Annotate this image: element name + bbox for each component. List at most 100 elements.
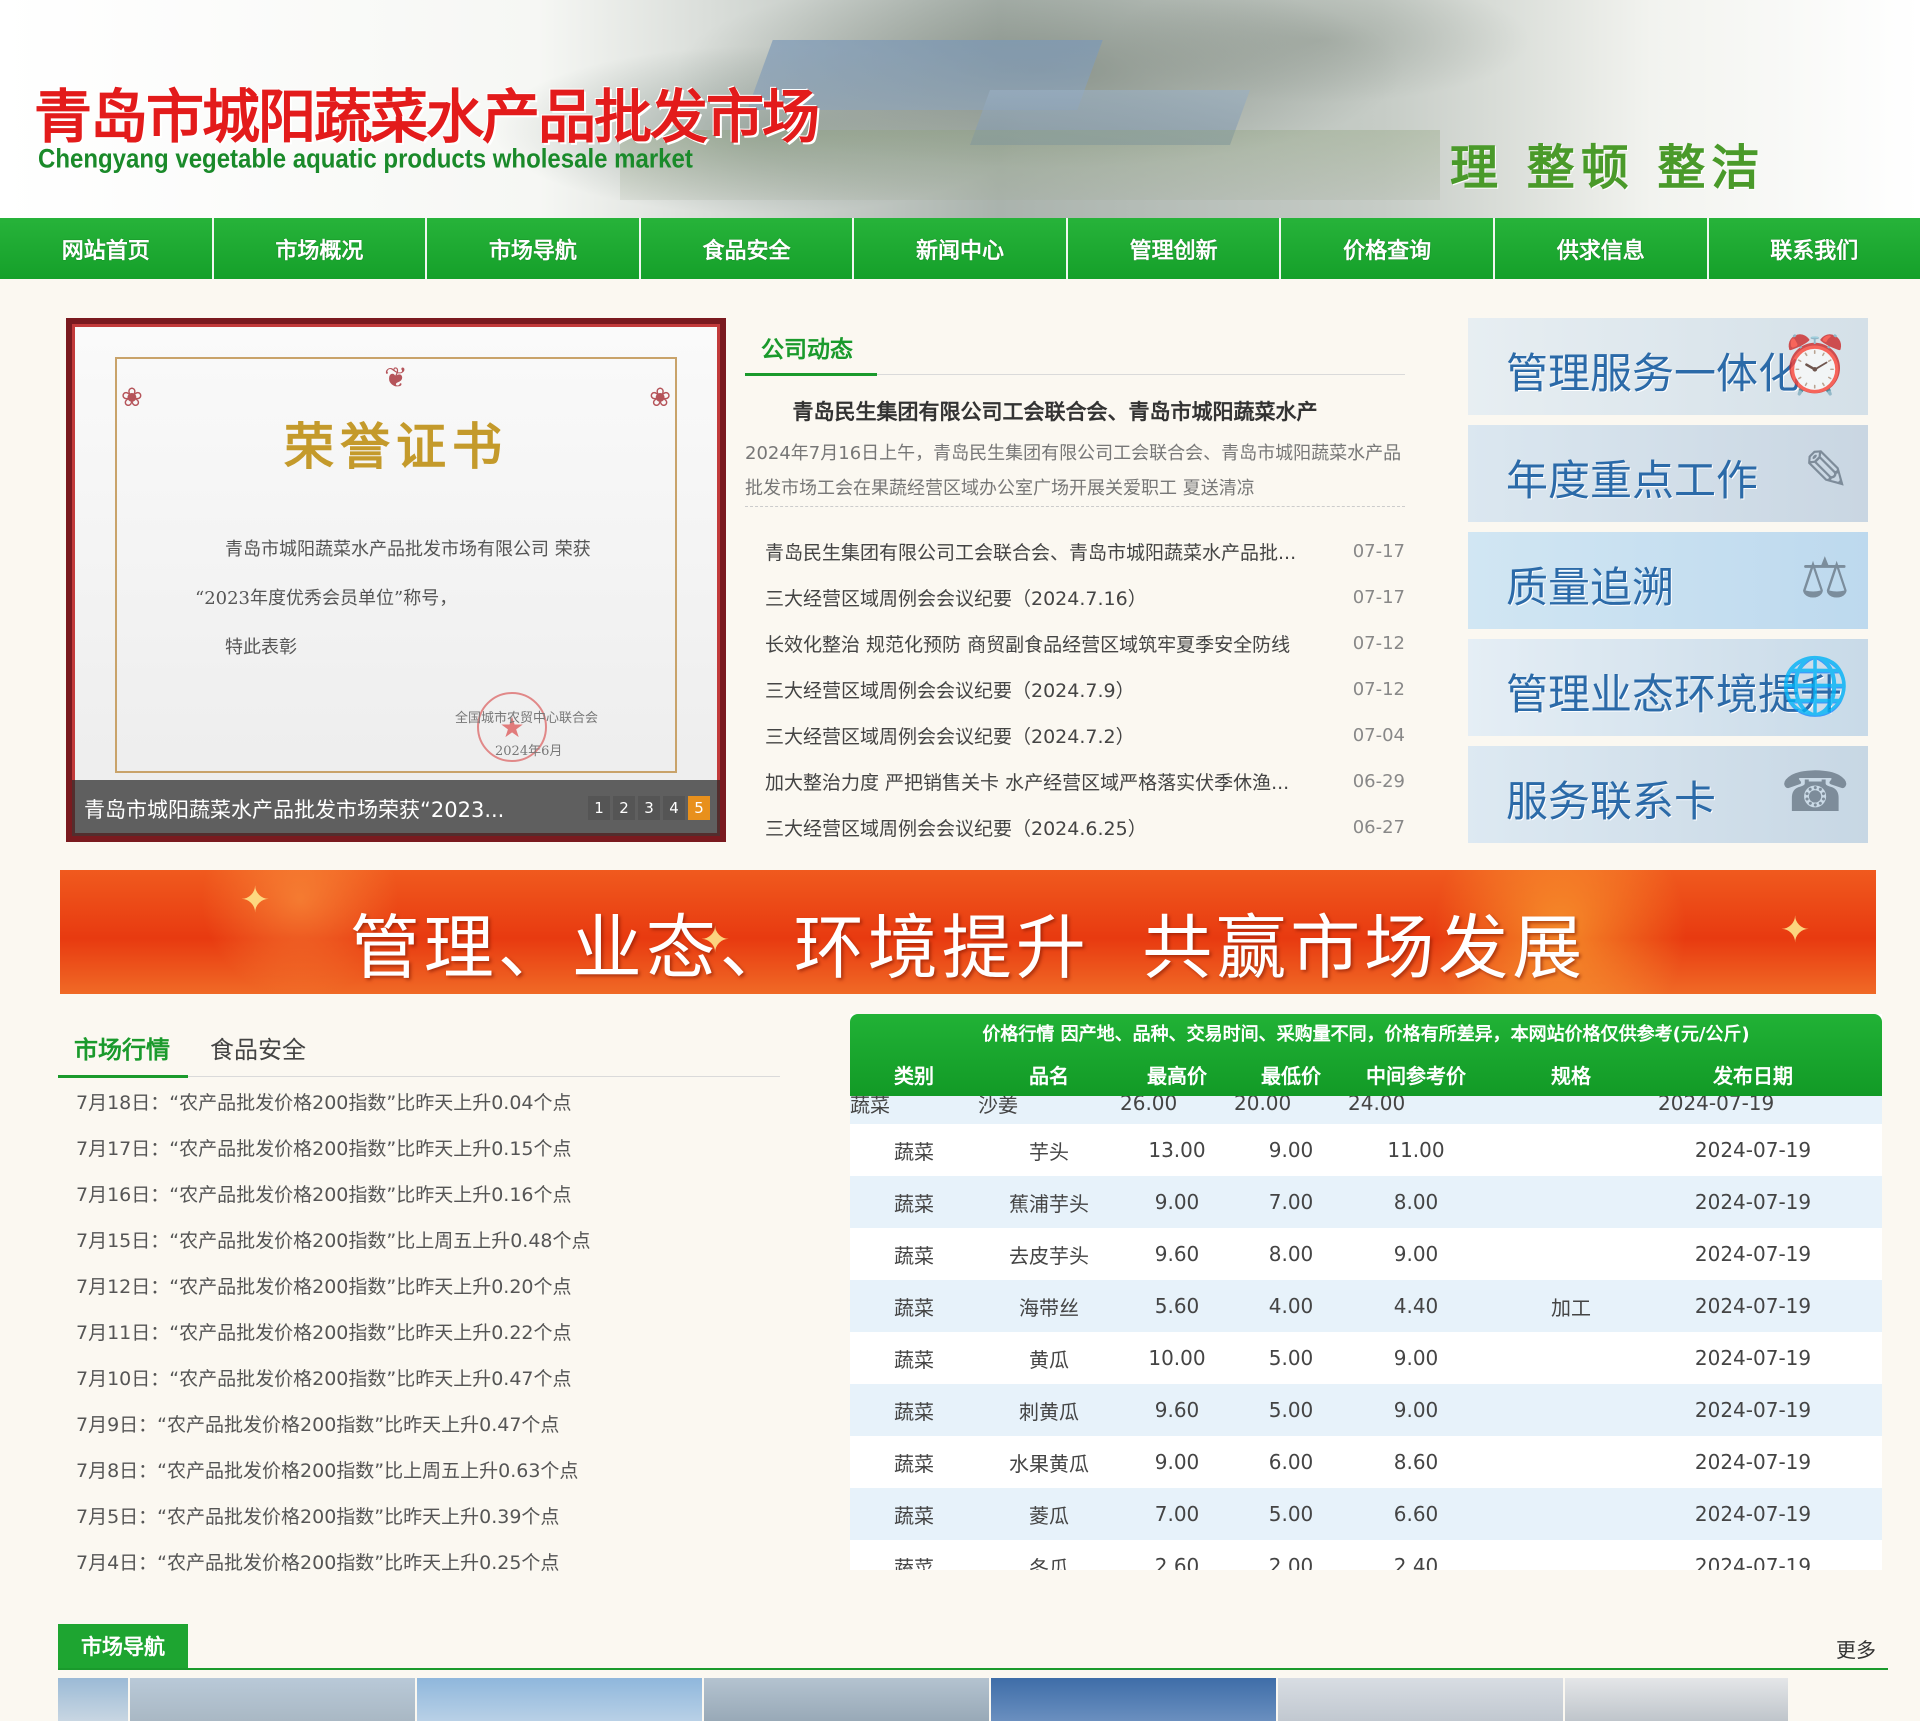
- cell-date: 2024-07-19: [1694, 1242, 1812, 1266]
- market-quotes-section: 市场行情 食品安全 7月18日：“农产品批发价格200指数”比昨天上升0.04个…: [58, 1016, 780, 1576]
- cell-product: 冬瓜: [1029, 1555, 1069, 1571]
- nav-supply[interactable]: 供求信息: [1495, 218, 1709, 279]
- slider-page-4[interactable]: 4: [663, 796, 685, 820]
- quote-item[interactable]: 7月12日：“农产品批发价格200指数”比昨天上升0.20个点: [58, 1264, 780, 1310]
- gallery-photo[interactable]: [703, 1678, 989, 1721]
- news-item-title[interactable]: 加大整治力度 严把销售关卡 水产经营区域严格落实伏季休渔...: [745, 768, 1339, 795]
- quote-item[interactable]: 7月16日：“农产品批发价格200指数”比昨天上升0.16个点: [58, 1172, 780, 1218]
- cell-min-price: 6.00: [1268, 1450, 1314, 1474]
- nav-contact[interactable]: 联系我们: [1709, 218, 1920, 279]
- gallery-photo[interactable]: [58, 1678, 128, 1721]
- news-item[interactable]: 青岛民生集团有限公司工会联合会、青岛市城阳蔬菜水产品批... 07-17: [745, 528, 1405, 574]
- cell-date: 2024-07-19: [1694, 1346, 1812, 1370]
- banner-environment-upgrade[interactable]: 管理业态环境提升 🌐: [1468, 639, 1868, 736]
- cell-min-price: 20.00: [1234, 1096, 1292, 1115]
- site-title[interactable]: 青岛市城阳蔬菜水产品批发市场: [34, 70, 820, 154]
- news-item[interactable]: 三大经营区域周例会会议纪要（2024.7.2） 07-04: [745, 712, 1405, 758]
- cell-category: 蔬菜: [894, 1295, 934, 1320]
- headset-icon: ☎: [1780, 760, 1850, 825]
- quote-item[interactable]: 7月11日：“农产品批发价格200指数”比昨天上升0.22个点: [58, 1310, 780, 1356]
- nav-price[interactable]: 价格查询: [1281, 218, 1495, 279]
- banner-label: 服务联系卡: [1506, 777, 1717, 826]
- side-banner-list: 管理服务一体化 ⏰ 年度重点工作 ✎ 质量追溯 ⚖ 管理业态环境提升 🌐 服务联…: [1468, 318, 1868, 853]
- news-item-title[interactable]: 青岛民生集团有限公司工会联合会、青岛市城阳蔬菜水产品批...: [745, 538, 1339, 565]
- slider-page-2[interactable]: 2: [613, 796, 635, 820]
- gallery-photo[interactable]: [129, 1678, 415, 1721]
- gallery-photo[interactable]: [990, 1678, 1276, 1721]
- banner-management-service[interactable]: 管理服务一体化 ⏰: [1468, 318, 1868, 415]
- tab-food-safety[interactable]: 食品安全: [210, 1030, 306, 1065]
- cell-product: 菱瓜: [1029, 1503, 1069, 1528]
- quote-item[interactable]: 7月18日：“农产品批发价格200指数”比昨天上升0.04个点: [58, 1080, 780, 1126]
- quote-item[interactable]: 7月5日：“农产品批发价格200指数”比昨天上升0.39个点: [58, 1494, 780, 1540]
- certificate-image[interactable]: ❦ ❀ ❀ 荣誉证书 青岛市城阳蔬菜水产品批发市场有限公司 荣获 “2023年度…: [72, 324, 720, 836]
- company-news-heading[interactable]: 公司动态: [761, 330, 853, 364]
- cell-mid-price: 6.60: [1393, 1502, 1439, 1526]
- banner-quality-traceability[interactable]: 质量追溯 ⚖: [1468, 532, 1868, 629]
- cell-mid-price: 8.00: [1393, 1190, 1439, 1214]
- news-item[interactable]: 加大整治力度 严把销售关卡 水产经营区域严格落实伏季休渔... 06-29: [745, 758, 1405, 804]
- cell-max-price: 13.00: [1148, 1138, 1206, 1162]
- quote-item[interactable]: 7月10日：“农产品批发价格200指数”比昨天上升0.47个点: [58, 1356, 780, 1402]
- gallery-photo[interactable]: [1277, 1678, 1563, 1721]
- quote-item[interactable]: 7月15日：“农产品批发价格200指数”比上周五上升0.48个点: [58, 1218, 780, 1264]
- cell-category: 蔬菜: [894, 1191, 934, 1216]
- cell-min-price: 2.00: [1268, 1554, 1314, 1570]
- quote-item[interactable]: 7月17日：“农产品批发价格200指数”比昨天上升0.15个点: [58, 1126, 780, 1172]
- column-min-price: 最低价: [1261, 1064, 1321, 1088]
- banner-annual-key-work[interactable]: 年度重点工作 ✎: [1468, 425, 1868, 522]
- cell-category: 蔬菜: [894, 1139, 934, 1164]
- news-item-title[interactable]: 三大经营区域周例会会议纪要（2024.6.25）: [745, 814, 1339, 841]
- nav-food-safety[interactable]: 食品安全: [641, 218, 855, 279]
- news-item-title[interactable]: 长效化整治 规范化预防 商贸副食品经营区域筑牢夏季安全防线: [745, 630, 1339, 657]
- table-row: 蔬菜 蕉浦芋头 9.00 7.00 8.00 2024-07-19: [850, 1176, 1882, 1228]
- cell-min-price: 5.00: [1268, 1346, 1314, 1370]
- cell-mid-price: 9.00: [1393, 1242, 1439, 1266]
- cell-category: 蔬菜: [894, 1399, 934, 1424]
- promo-slogan: 管理、业态、环境提升 共赢市场发展: [349, 907, 1587, 989]
- slider-page-3[interactable]: 3: [638, 796, 660, 820]
- heading-underline: [745, 373, 877, 376]
- quote-item[interactable]: 7月9日：“农产品批发价格200指数”比昨天上升0.47个点: [58, 1402, 780, 1448]
- slider-caption[interactable]: 青岛市城阳蔬菜水产品批发市场荣获“2023...: [84, 794, 554, 824]
- price-rows: 蔬菜 芋头 13.00 9.00 11.00 2024-07-19 蔬菜 蕉浦芋头 9.00 7.…: [850, 1124, 1882, 1570]
- cell-date: 2024-07-19: [1694, 1450, 1812, 1474]
- quote-item[interactable]: 7月4日：“农产品批发价格200指数”比昨天上升0.25个点: [58, 1540, 780, 1580]
- cell-max-price: 9.60: [1154, 1242, 1200, 1266]
- nav-home[interactable]: 网站首页: [0, 218, 214, 279]
- news-item-date: 07-04: [1352, 724, 1405, 746]
- cell-min-price: 4.00: [1268, 1294, 1314, 1318]
- banner-service-contact-card[interactable]: 服务联系卡 ☎: [1468, 746, 1868, 843]
- news-item[interactable]: 三大经营区域周例会会议纪要（2024.7.9） 07-12: [745, 666, 1405, 712]
- news-item[interactable]: 三大经营区域周例会会议纪要（2024.7.16） 07-17: [745, 574, 1405, 620]
- more-link[interactable]: 更多: [1836, 1634, 1876, 1663]
- market-nav-heading[interactable]: 市场导航: [58, 1624, 188, 1668]
- cell-date: 2024-07-19: [1694, 1190, 1812, 1214]
- gallery-photo[interactable]: [416, 1678, 702, 1721]
- nav-market-guide[interactable]: 市场导航: [427, 218, 641, 279]
- news-item[interactable]: 三大经营区域周例会会议纪要（2024.6.25） 06-27: [745, 804, 1405, 850]
- headline-title[interactable]: 青岛民生集团有限公司工会联合会、青岛市城阳蔬菜水产: [745, 396, 1365, 426]
- slider-page-5[interactable]: 5: [688, 796, 710, 820]
- price-table-body[interactable]: 蔬菜 沙姜 26.00 20.00 24.00 2024-07-19 蔬菜 芋头 1…: [850, 1096, 1882, 1570]
- nav-news[interactable]: 新闻中心: [854, 218, 1068, 279]
- divider: [745, 506, 1405, 507]
- quote-item[interactable]: 7月8日：“农产品批发价格200指数”比上周五上升0.63个点: [58, 1448, 780, 1494]
- clock-icon: ⏰: [1780, 333, 1850, 398]
- photo-slider[interactable]: ❦ ❀ ❀ 荣誉证书 青岛市城阳蔬菜水产品批发市场有限公司 荣获 “2023年度…: [66, 318, 726, 842]
- cell-date: 2024-07-19: [1694, 1554, 1812, 1570]
- tab-market-quotes[interactable]: 市场行情: [74, 1030, 170, 1065]
- news-item-title[interactable]: 三大经营区域周例会会议纪要（2024.7.2）: [745, 722, 1339, 749]
- nav-overview[interactable]: 市场概况: [214, 218, 428, 279]
- cell-category: 蔬菜: [894, 1243, 934, 1268]
- cell-category: 蔬菜: [850, 1096, 890, 1117]
- cell-mid-price: 4.40: [1393, 1294, 1439, 1318]
- promo-banner[interactable]: ✦ ✦ ✦ 管理、业态、环境提升 共赢市场发展: [60, 870, 1876, 994]
- news-item[interactable]: 长效化整治 规范化预防 商贸副食品经营区域筑牢夏季安全防线 07-12: [745, 620, 1405, 666]
- gallery-photo[interactable]: [1564, 1678, 1788, 1721]
- news-item-title[interactable]: 三大经营区域周例会会议纪要（2024.7.9）: [745, 676, 1339, 703]
- certificate-text: 青岛市城阳蔬菜水产品批发市场有限公司 荣获: [225, 539, 591, 560]
- slider-page-1[interactable]: 1: [588, 796, 610, 820]
- nav-management[interactable]: 管理创新: [1068, 218, 1282, 279]
- news-item-title[interactable]: 三大经营区域周例会会议纪要（2024.7.16）: [745, 584, 1339, 611]
